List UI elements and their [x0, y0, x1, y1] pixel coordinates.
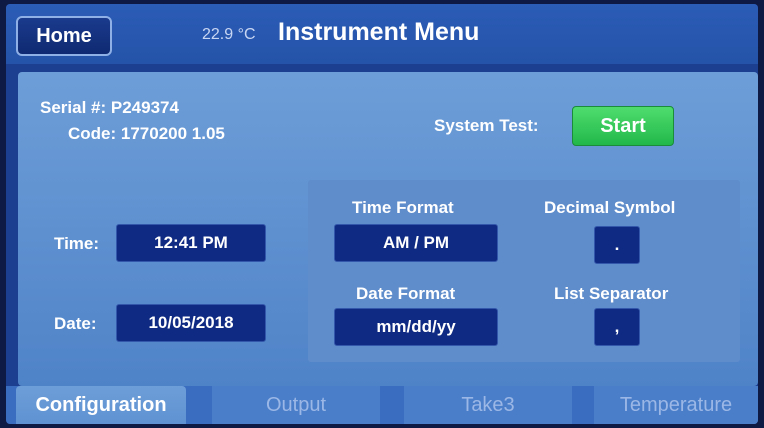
page-title: Instrument Menu: [278, 18, 480, 46]
tab-temperature[interactable]: Temperature: [594, 386, 758, 424]
tab-bar: Configuration Output Take3 Temperature: [6, 386, 758, 424]
list-separator-label: List Separator: [554, 284, 669, 303]
home-button[interactable]: Home: [16, 16, 112, 56]
temperature-readout: 22.9 °C: [202, 26, 256, 43]
list-separator-field[interactable]: ,: [594, 308, 640, 346]
system-test-start-button[interactable]: Start: [572, 106, 674, 146]
tab-take3[interactable]: Take3: [404, 386, 572, 424]
header-bar: Home 22.9 °C Instrument Menu: [6, 4, 758, 64]
serial-number: Serial #: P249374: [40, 98, 179, 117]
time-format-field[interactable]: AM / PM: [334, 224, 498, 262]
time-format-label: Time Format: [352, 198, 454, 217]
date-format-field[interactable]: mm/dd/yy: [334, 308, 498, 346]
firmware-code: Code: 1770200 1.05: [68, 124, 225, 143]
tab-configuration[interactable]: Configuration: [16, 386, 186, 424]
time-label: Time:: [54, 234, 100, 253]
configuration-panel: Serial #: P249374 Code: 1770200 1.05 Sys…: [18, 72, 758, 386]
date-field[interactable]: 10/05/2018: [116, 304, 266, 342]
decimal-symbol-field[interactable]: .: [594, 226, 640, 264]
system-test-label: System Test:: [434, 116, 539, 135]
date-label: Date:: [54, 314, 97, 333]
time-field[interactable]: 12:41 PM: [116, 224, 266, 262]
tab-output[interactable]: Output: [212, 386, 380, 424]
instrument-screen: Home 22.9 °C Instrument Menu Serial #: P…: [6, 4, 758, 424]
date-format-label: Date Format: [356, 284, 456, 303]
decimal-symbol-label: Decimal Symbol: [544, 198, 676, 217]
